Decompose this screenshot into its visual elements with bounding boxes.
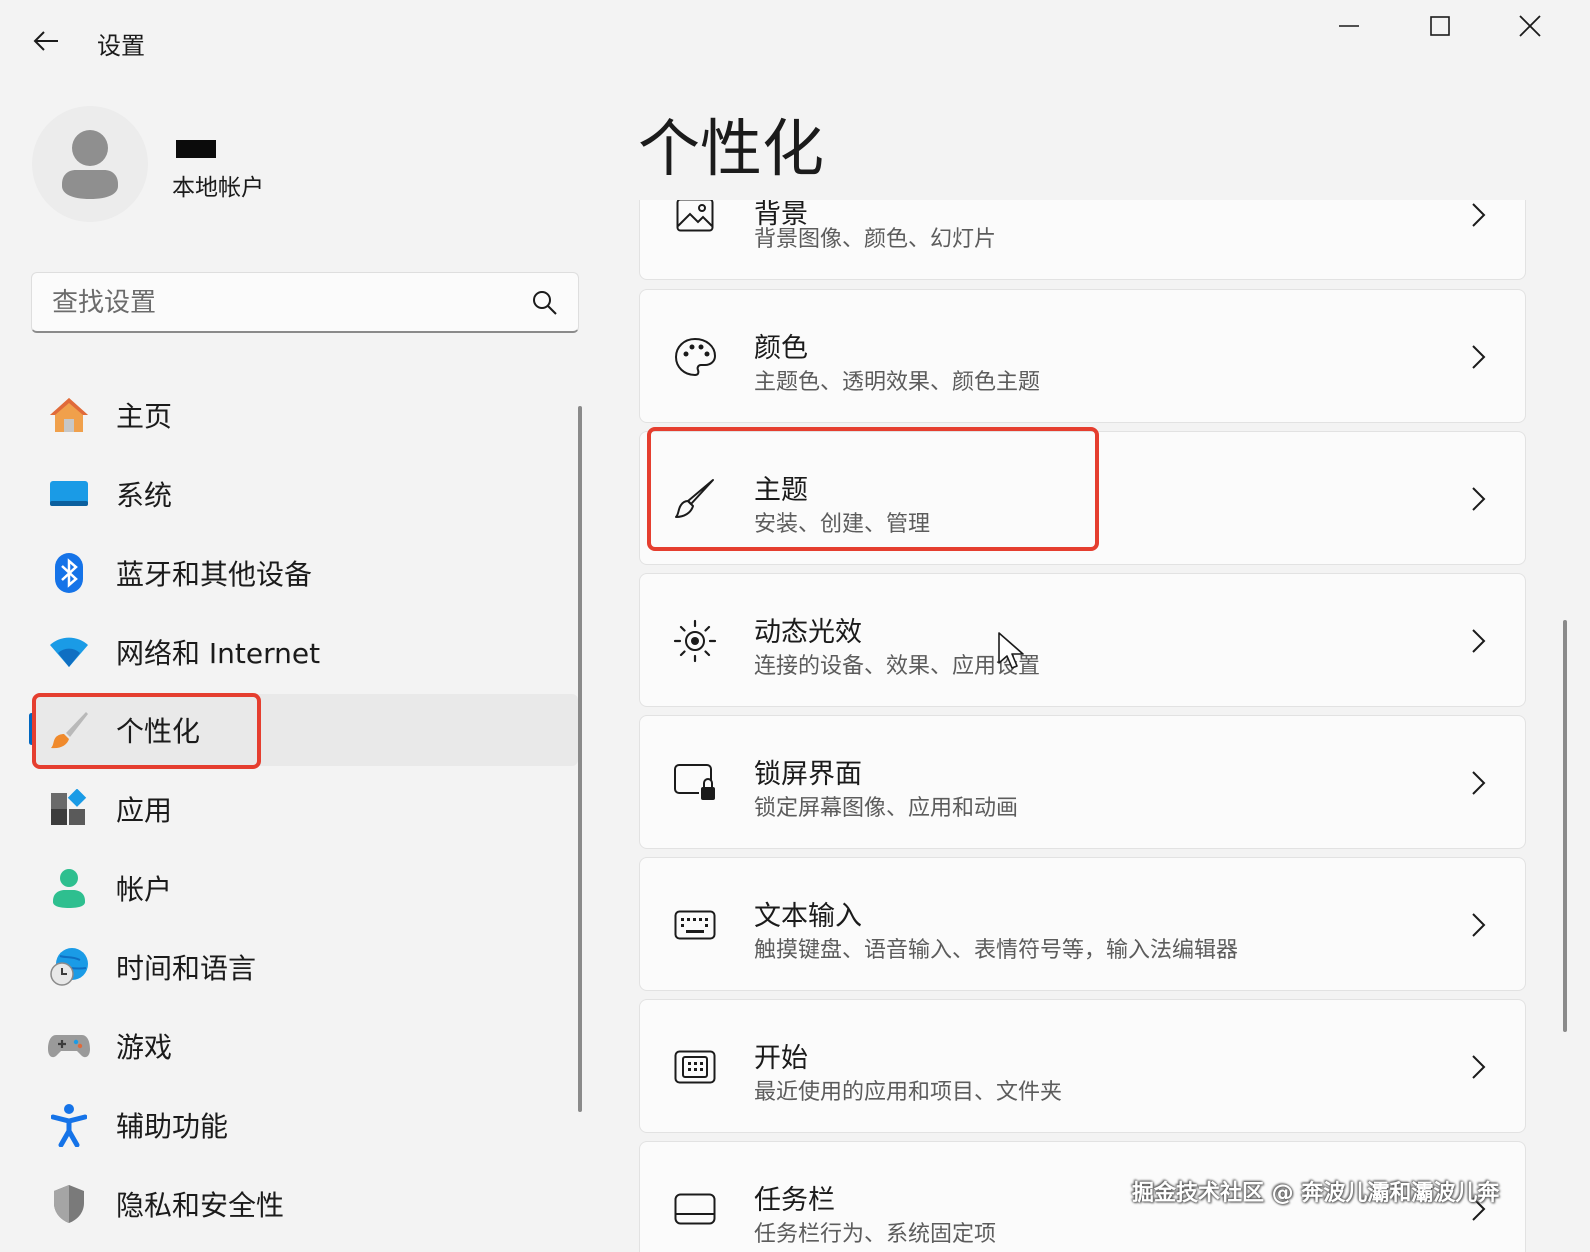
- card-start[interactable]: 开始 最近使用的应用和项目、文件夹: [639, 999, 1526, 1133]
- shield-icon: [48, 1183, 90, 1225]
- dynamic-lighting-icon: [672, 618, 718, 664]
- lock-screen-icon: [672, 760, 718, 806]
- person-icon: [62, 130, 118, 199]
- sidebar-item-label: 辅助功能: [116, 1110, 229, 1143]
- card-lock-screen[interactable]: 锁屏界面 锁定屏幕图像、应用和动画: [639, 715, 1526, 849]
- system-icon: [48, 473, 90, 515]
- avatar[interactable]: [32, 106, 148, 222]
- content-scrollbar[interactable]: [1563, 620, 1567, 1032]
- search-icon[interactable]: [532, 290, 558, 316]
- sidebar-item-apps[interactable]: 应用: [32, 773, 578, 845]
- chevron-right-icon: [1472, 203, 1486, 227]
- home-icon: [48, 394, 90, 436]
- chevron-right-icon: [1472, 1055, 1486, 1079]
- maximize-button[interactable]: [1405, 2, 1475, 50]
- search-box[interactable]: [31, 272, 579, 333]
- gamepad-icon: [48, 1025, 90, 1067]
- minimize-icon: [1339, 25, 1359, 27]
- settings-list: 背景 背景图像、颜色、幻灯片 颜色 主题色、透明效果、颜色主题 主题 安装、创建…: [630, 200, 1540, 1252]
- sidebar-item-system[interactable]: 系统: [32, 458, 578, 530]
- card-title: 主题: [754, 475, 808, 506]
- maximize-icon: [1430, 16, 1450, 36]
- chevron-right-icon: [1472, 487, 1486, 511]
- keyboard-icon: [672, 902, 718, 948]
- bluetooth-icon: [48, 552, 90, 594]
- card-subtitle: 安装、创建、管理: [754, 512, 931, 537]
- account-icon: [48, 867, 90, 909]
- sidebar-item-label: 时间和语言: [116, 952, 257, 985]
- brush-icon: [672, 476, 718, 522]
- card-title: 锁屏界面: [754, 759, 862, 790]
- sidebar-item-label: 游戏: [116, 1031, 173, 1064]
- selection-indicator: [29, 713, 34, 745]
- app-title: 设置: [97, 32, 145, 60]
- chevron-right-icon: [1472, 913, 1486, 937]
- sidebar-item-personalization[interactable]: 个性化: [32, 694, 578, 766]
- sidebar-item-label: 应用: [116, 794, 173, 827]
- sidebar-item-label: 个性化: [116, 715, 201, 748]
- sidebar-item-label: 主页: [116, 400, 173, 433]
- sidebar-scrollbar[interactable]: [578, 406, 582, 1112]
- card-themes[interactable]: 主题 安装、创建、管理: [639, 431, 1526, 565]
- card-subtitle: 最近使用的应用和项目、文件夹: [754, 1080, 1063, 1105]
- taskbar-icon: [672, 1186, 718, 1232]
- sidebar-item-bluetooth[interactable]: 蓝牙和其他设备: [32, 537, 578, 609]
- card-subtitle: 连接的设备、效果、应用设置: [754, 654, 1041, 679]
- card-title: 颜色: [754, 333, 808, 364]
- page-title: 个性化: [638, 112, 825, 185]
- sidebar-item-label: 蓝牙和其他设备: [116, 558, 313, 591]
- card-title: 动态光效: [754, 617, 862, 648]
- card-background[interactable]: 背景 背景图像、颜色、幻灯片: [639, 200, 1526, 280]
- sidebar-item-label: 隐私和安全性: [116, 1189, 285, 1222]
- card-dynamic-lighting[interactable]: 动态光效 连接的设备、效果、应用设置: [639, 573, 1526, 707]
- back-button[interactable]: [22, 20, 70, 62]
- search-input[interactable]: [50, 283, 514, 323]
- sidebar-item-home[interactable]: 主页: [32, 379, 578, 451]
- palette-icon: [672, 334, 718, 380]
- sidebar-item-network[interactable]: 网络和 Internet: [32, 616, 578, 688]
- globe-clock-icon: [48, 946, 90, 988]
- card-title: 任务栏: [754, 1185, 835, 1216]
- accessibility-icon: [48, 1104, 90, 1147]
- sidebar-item-accounts[interactable]: 帐户: [32, 852, 578, 924]
- close-button[interactable]: [1495, 2, 1565, 50]
- brush-icon: [48, 709, 90, 751]
- card-subtitle: 锁定屏幕图像、应用和动画: [754, 796, 1019, 821]
- image-icon: [672, 200, 718, 238]
- sidebar-item-gaming[interactable]: 游戏: [32, 1010, 578, 1082]
- wifi-icon: [48, 631, 90, 673]
- card-subtitle: 任务栏行为、系统固定项: [754, 1222, 997, 1247]
- sidebar-item-label: 系统: [116, 479, 173, 512]
- sidebar-item-label: 网络和 Internet: [116, 637, 321, 670]
- sidebar-item-label: 帐户: [116, 873, 173, 906]
- sidebar-item-accessibility[interactable]: 辅助功能: [32, 1089, 578, 1161]
- start-icon: [672, 1044, 718, 1090]
- sidebar-item-privacy[interactable]: 隐私和安全性: [32, 1168, 578, 1240]
- chevron-right-icon: [1472, 345, 1486, 369]
- card-subtitle: 触摸键盘、语音输入、表情符号等，输入法编辑器: [754, 938, 1239, 963]
- card-title: 文本输入: [754, 901, 862, 932]
- card-subtitle: 背景图像、颜色、幻灯片: [754, 227, 997, 252]
- minimize-button[interactable]: [1314, 2, 1384, 50]
- redacted-username: [176, 140, 216, 158]
- watermark: 掘金技术社区 @ 奔波儿灞和灞波儿奔: [1132, 1181, 1500, 1206]
- chevron-right-icon: [1472, 771, 1486, 795]
- account-type: 本地帐户: [172, 175, 264, 201]
- card-colors[interactable]: 颜色 主题色、透明效果、颜色主题: [639, 289, 1526, 423]
- card-title: 开始: [754, 1043, 808, 1074]
- chevron-right-icon: [1472, 629, 1486, 653]
- card-text-input[interactable]: 文本输入 触摸键盘、语音输入、表情符号等，输入法编辑器: [639, 857, 1526, 991]
- close-icon: [1519, 15, 1541, 37]
- apps-icon: [48, 788, 90, 830]
- card-subtitle: 主题色、透明效果、颜色主题: [754, 370, 1041, 395]
- arrow-left-icon: [33, 31, 58, 51]
- sidebar-item-time-language[interactable]: 时间和语言: [32, 931, 578, 1003]
